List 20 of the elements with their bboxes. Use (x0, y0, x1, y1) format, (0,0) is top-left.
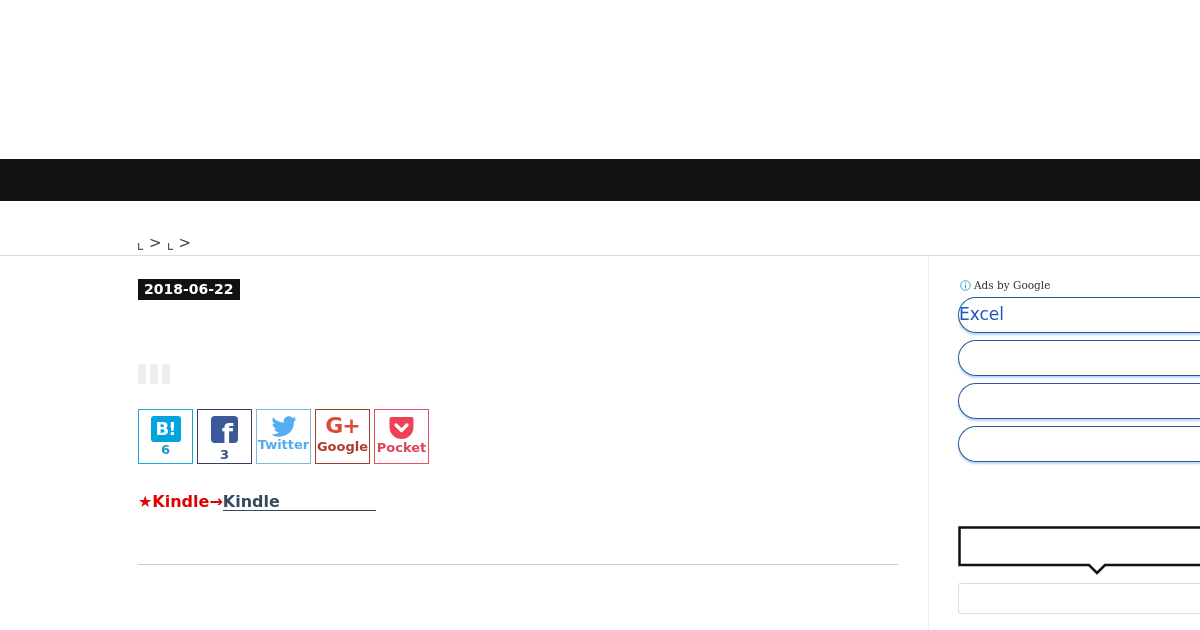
share-button[interactable]: B! 6 (138, 409, 193, 464)
ad-link[interactable]: Excel (958, 297, 1200, 333)
input-field[interactable] (958, 583, 1200, 614)
share-button[interactable]: G+ Google (315, 409, 370, 464)
share-button[interactable]: Pocket (374, 409, 429, 464)
logo-mark: B! (150, 416, 181, 442)
logo-mark: f (211, 416, 238, 443)
pocket-icon (389, 416, 414, 440)
corner-icon[interactable] (167, 243, 174, 250)
logo-mark: G+ (325, 413, 360, 439)
kindle-link[interactable]: Kindle (222, 493, 376, 511)
corner-icon[interactable] (138, 243, 144, 250)
info-icon (960, 279, 971, 291)
ad-label-text: Ads by Google (974, 278, 1051, 292)
bird-icon (270, 416, 297, 437)
breadcrumb-separator: > (149, 234, 162, 252)
breadcrumb-separator: > (178, 234, 192, 252)
post-date: 2018-06-22 (138, 279, 240, 300)
share-button[interactable]: f 3 (197, 409, 252, 464)
notice-text: ★Kindle→ (138, 492, 223, 511)
